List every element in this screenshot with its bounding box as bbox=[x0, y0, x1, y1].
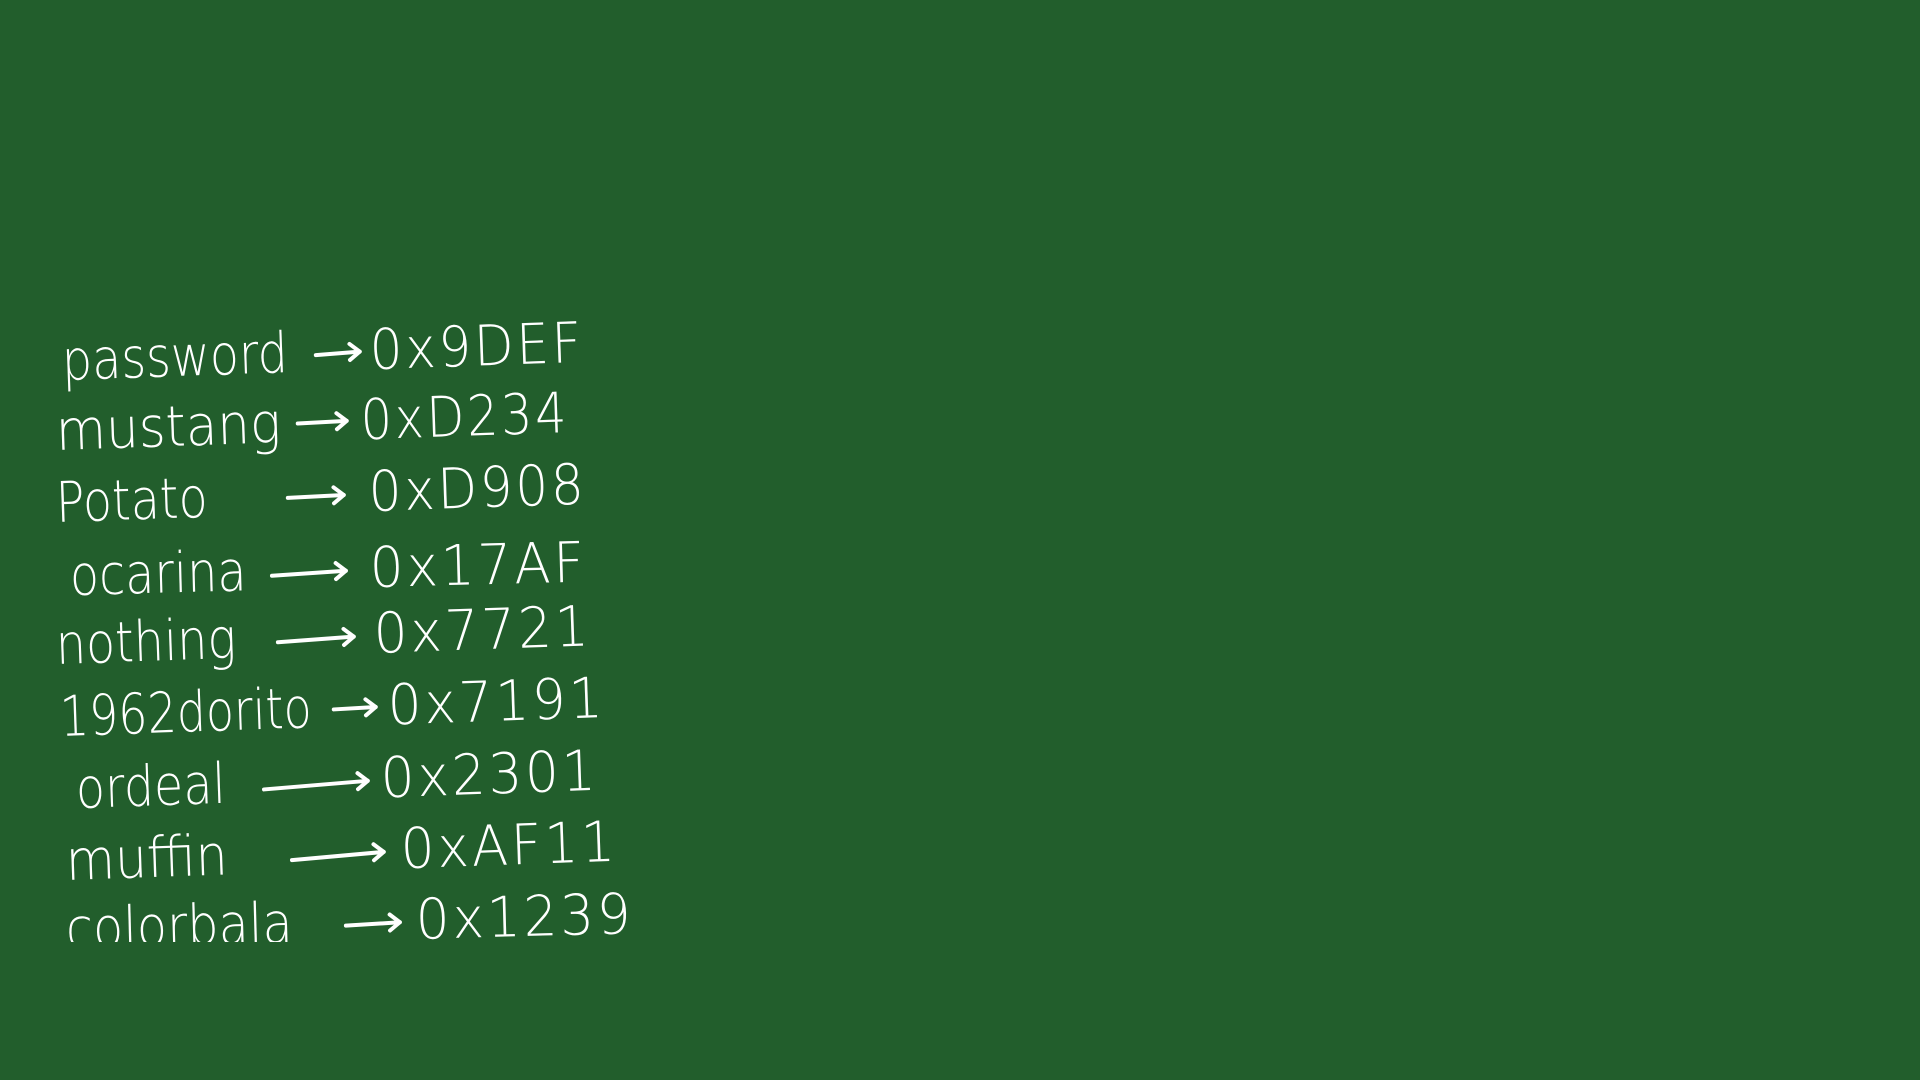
hash-value-text: 0x2301 bbox=[379, 738, 600, 812]
hash-value-text: 0x7721 bbox=[372, 594, 593, 667]
arrow-icon bbox=[343, 912, 402, 933]
password-text: 1962dorito bbox=[58, 676, 313, 750]
mapping-row: ocarina 0x17AF bbox=[69, 530, 588, 615]
password-text: nothing bbox=[54, 606, 237, 678]
password-text: Potato bbox=[54, 465, 209, 536]
mapping-row: nothing 0x7721 bbox=[55, 594, 593, 684]
password-text: ordeal bbox=[74, 751, 227, 822]
password-text: password bbox=[60, 321, 289, 394]
board-lower-area bbox=[0, 942, 1920, 1080]
mapping-row: muffin 0xAF11 bbox=[65, 810, 619, 900]
mapping-row: password 0x9DEF bbox=[61, 311, 585, 400]
mapping-row: 1962dorito 0x7191 bbox=[59, 666, 607, 756]
mapping-row: ordeal 0x2301 bbox=[75, 739, 600, 828]
arrow-icon bbox=[295, 411, 349, 432]
mapping-row: Potato 0xD908 bbox=[55, 452, 588, 542]
arrow-icon bbox=[275, 626, 356, 647]
arrow-icon bbox=[313, 341, 362, 362]
chalkboard: password 0x9DEF mustang 0xD234 Potato 0x… bbox=[0, 0, 1920, 1080]
hash-value-text: 0xD234 bbox=[359, 381, 571, 454]
arrow-icon bbox=[285, 485, 346, 506]
hash-value-text: 0x9DEF bbox=[368, 310, 586, 384]
password-text: muffin bbox=[64, 823, 229, 894]
hash-value-text: 0x17AF bbox=[368, 530, 588, 602]
password-text: ocarina bbox=[69, 539, 248, 609]
hash-value-text: 0xAF11 bbox=[399, 809, 619, 883]
arrow-icon bbox=[289, 842, 386, 863]
hash-value-text: 0x7191 bbox=[386, 665, 607, 739]
arrow-icon bbox=[261, 771, 370, 792]
arrow-icon bbox=[331, 697, 378, 718]
arrow-icon bbox=[269, 561, 348, 582]
mapping-row: mustang 0xD234 bbox=[55, 381, 570, 470]
password-text: mustang bbox=[54, 391, 282, 464]
hash-value-text: 0xD908 bbox=[367, 452, 588, 526]
